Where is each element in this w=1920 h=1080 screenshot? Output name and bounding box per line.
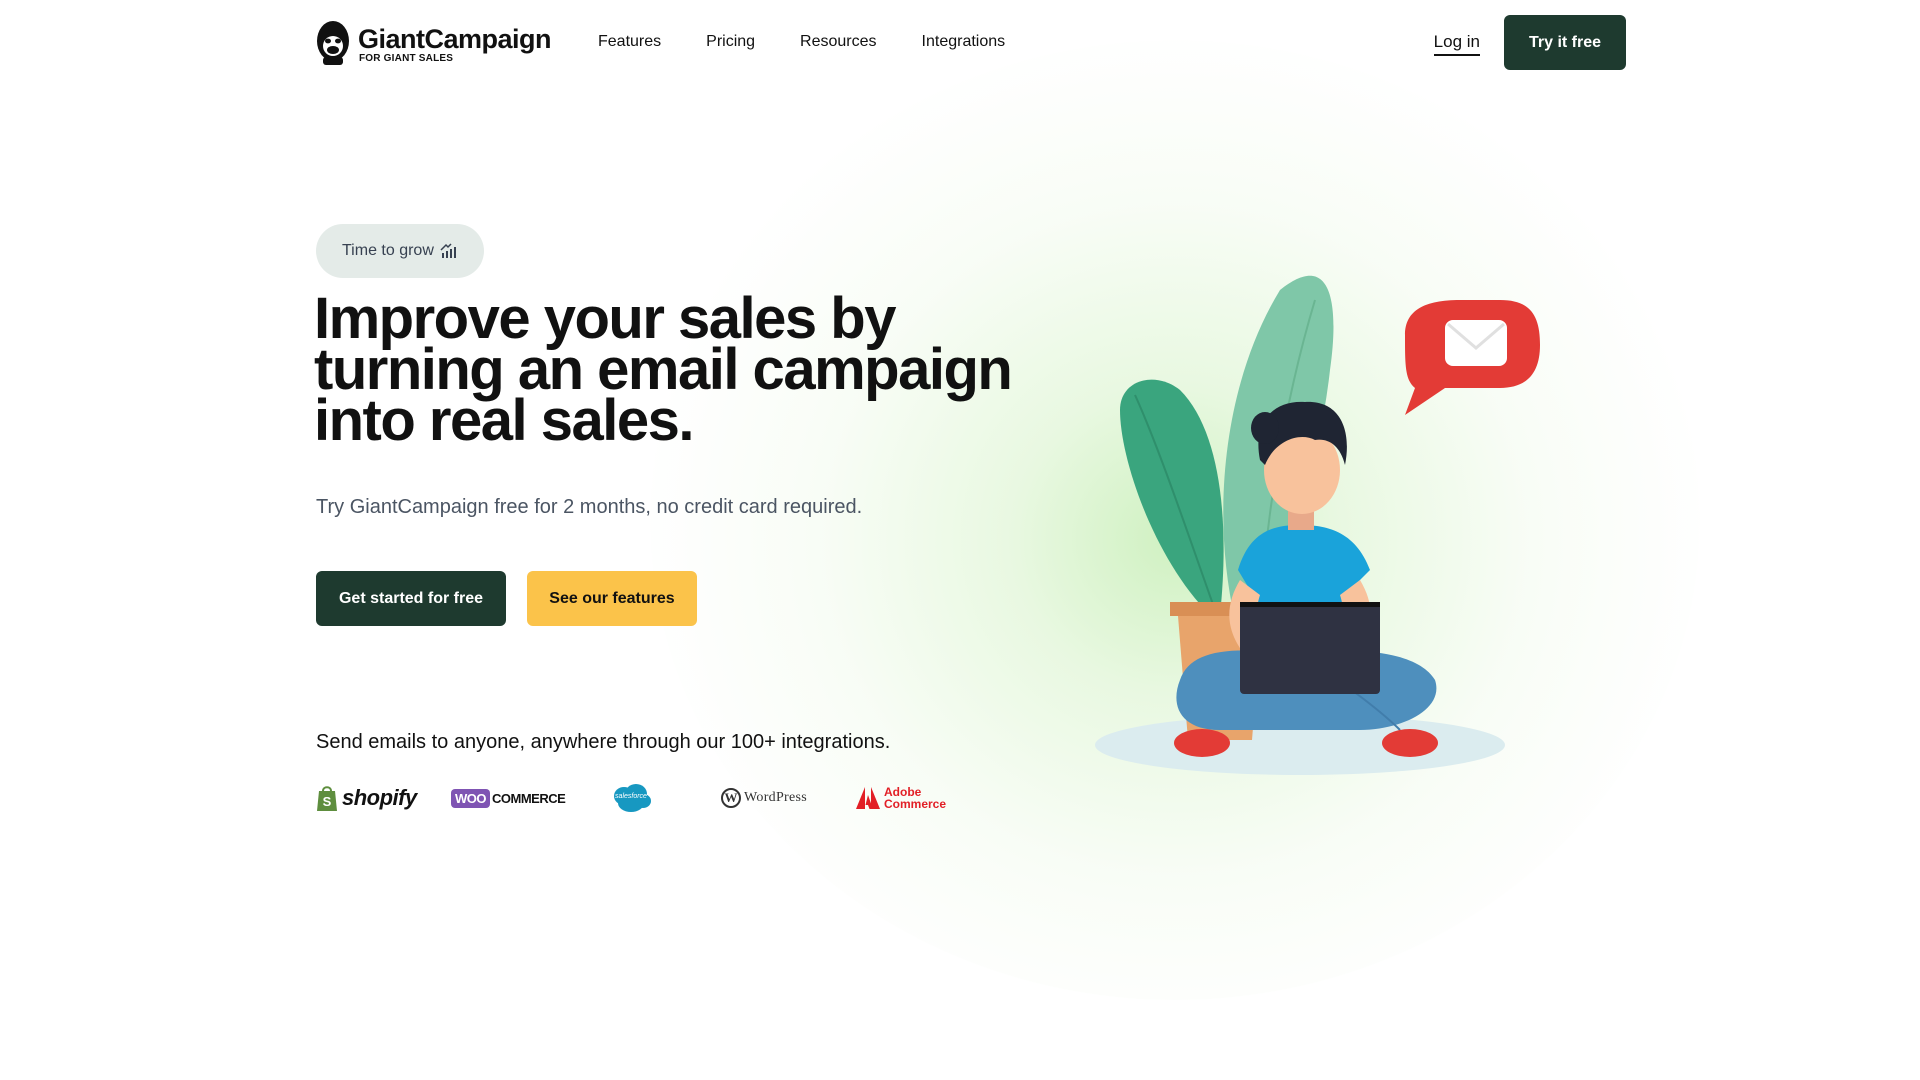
see-features-button[interactable]: See our features — [527, 571, 697, 626]
login-link[interactable]: Log in — [1433, 32, 1480, 56]
person-right-foot — [1382, 729, 1438, 757]
growth-chart-icon — [440, 243, 456, 258]
hero-subline: Try GiantCampaign free for 2 months, no … — [316, 496, 863, 518]
woo-badge: WOO — [451, 788, 490, 808]
nav-resources[interactable]: Resources — [800, 33, 876, 51]
salesforce-logo: salesforce — [610, 780, 652, 816]
salesforce-cloud-icon: salesforce — [610, 783, 652, 813]
shopify-wordmark: shopify — [342, 785, 417, 810]
hero-badge: Time to grow — [316, 224, 484, 278]
brand-logo[interactable]: GiantCampaign FOR GIANT SALES — [316, 19, 552, 67]
person-left-foot — [1174, 729, 1230, 757]
shopify-bag-icon: S — [317, 786, 337, 811]
integration-logos: S shopify WOO COMMERCE salesforce W Word… — [316, 780, 956, 816]
nav-integrations[interactable]: Integrations — [922, 33, 1006, 51]
wordpress-wordmark: WordPress — [744, 790, 808, 805]
adobe-wordmark: Adobe Commerce — [884, 785, 947, 811]
woo-wordmark: COMMERCE — [492, 790, 566, 806]
woocommerce-logo: WOO COMMERCE — [451, 780, 566, 816]
integrations-caption: Send emails to anyone, anywhere through … — [316, 731, 891, 753]
wordpress-icon: W — [721, 788, 741, 808]
hero-headline: Improve your sales by turning an email c… — [314, 286, 1013, 453]
badge-text: Time to grow — [342, 242, 434, 259]
brand-tagline: FOR GIANT SALES — [359, 53, 454, 64]
salesforce-wordmark: salesforce — [615, 793, 647, 800]
nav-pricing[interactable]: Pricing — [706, 33, 755, 51]
hero-illustration — [1095, 275, 1540, 775]
gorilla-icon — [317, 21, 349, 65]
svg-text:S: S — [323, 794, 332, 809]
shopify-logo: S shopify — [316, 780, 417, 816]
try-free-button[interactable]: Try it free — [1504, 15, 1626, 70]
nav-features[interactable]: Features — [598, 33, 661, 51]
wordpress-logo: W WordPress — [721, 780, 807, 816]
get-started-button[interactable]: Get started for free — [316, 571, 506, 626]
adobe-icon — [856, 787, 880, 809]
brand-name: GiantCampaign — [358, 24, 552, 54]
top-navigation: GiantCampaign FOR GIANT SALES Features P… — [316, 15, 1626, 71]
envelope-icon — [1445, 320, 1507, 366]
plant-leaf-small — [1120, 379, 1224, 615]
adobe-commerce-logo: Adobe Commerce — [856, 780, 946, 816]
main-menu: Features Pricing Resources Integrations — [598, 33, 1050, 51]
laptop — [1240, 602, 1380, 694]
